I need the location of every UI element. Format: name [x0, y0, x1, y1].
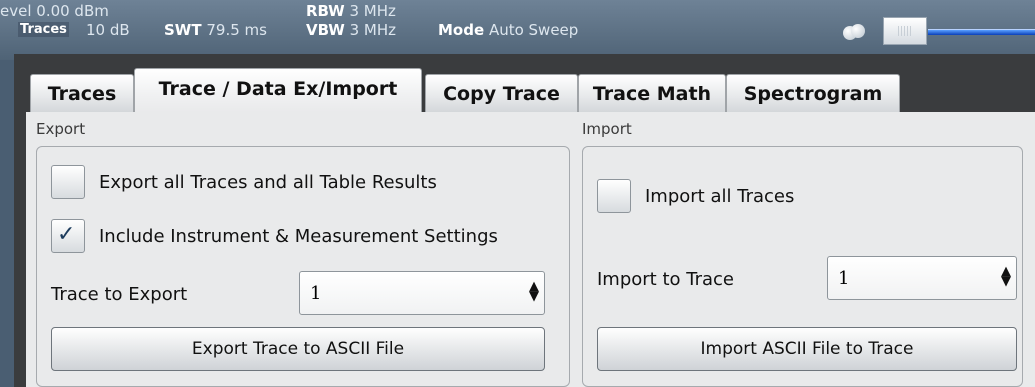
tab-trace-data-ex-import[interactable]: Trace / Data Ex/Import	[134, 68, 422, 112]
rbw-value: 3 MHz	[349, 2, 396, 20]
spinner-down-icon[interactable]: ▼	[529, 289, 539, 304]
vbw-readout: VBW 3 MHz	[306, 21, 396, 39]
checkmark-icon: ✓	[57, 222, 76, 247]
import-group-title: Import	[582, 120, 632, 138]
export-all-label: Export all Traces and all Table Results	[99, 172, 437, 193]
import-to-trace-value: 1	[838, 268, 850, 289]
tab-spectrogram[interactable]: Spectrogram	[726, 74, 900, 112]
tab-content: Export Export all Traces and all Table R…	[26, 112, 1035, 387]
slider-track[interactable]	[928, 29, 1035, 35]
spinner-down-icon[interactable]: ▼	[1001, 274, 1011, 289]
mode-value: Auto Sweep	[488, 21, 579, 39]
swt-readout: SWT 79.5 ms	[164, 21, 267, 39]
export-group-title: Export	[36, 120, 86, 138]
export-group: Export all Traces and all Table Results …	[36, 146, 570, 387]
slider-handle[interactable]	[883, 17, 927, 45]
status-bar: evel 0.00 dBm 10 dB SWT 79.5 ms RBW 3 MH…	[0, 0, 1035, 60]
status-led-icon	[843, 24, 865, 42]
import-group: Import all Traces Import to Trace 1 ▲ ▼ I…	[582, 146, 1023, 387]
dialog-name-tag: Traces	[18, 22, 69, 37]
rbw-label: RBW	[306, 2, 345, 20]
swt-label: SWT	[164, 21, 202, 39]
grip-icon	[898, 26, 912, 36]
left-edge-strip	[0, 60, 14, 387]
import-all-checkbox[interactable]	[597, 179, 631, 213]
mode-label: Mode	[438, 21, 485, 39]
tab-trace-math[interactable]: Trace Math	[578, 74, 726, 112]
ref-level-readout: evel 0.00 dBm	[0, 2, 109, 20]
import-trace-button[interactable]: Import ASCII File to Trace	[597, 327, 1017, 371]
spinner-arrows-icon[interactable]: ▲ ▼	[529, 280, 539, 304]
swt-value: 79.5 ms	[206, 21, 267, 39]
traces-dialog: Traces Trace / Data Ex/Import Copy Trace…	[14, 54, 1035, 387]
trace-to-export-select[interactable]: 1 ▲ ▼	[299, 271, 545, 315]
trace-to-export-value: 1	[310, 283, 322, 304]
import-all-label: Import all Traces	[645, 186, 795, 207]
attenuation-readout: 10 dB	[86, 21, 130, 39]
rbw-readout: RBW 3 MHz	[306, 2, 396, 20]
import-to-trace-select[interactable]: 1 ▲ ▼	[827, 256, 1017, 300]
vbw-value: 3 MHz	[349, 21, 396, 39]
tab-traces[interactable]: Traces	[30, 74, 134, 112]
spinner-arrows-icon[interactable]: ▲ ▼	[1001, 265, 1011, 289]
vbw-label: VBW	[306, 21, 345, 39]
trace-to-export-label: Trace to Export	[51, 284, 188, 305]
include-settings-label: Include Instrument & Measurement Setting…	[99, 226, 498, 247]
mode-readout: Mode Auto Sweep	[438, 21, 578, 39]
export-trace-button[interactable]: Export Trace to ASCII File	[51, 327, 545, 371]
import-to-trace-label: Import to Trace	[597, 269, 735, 290]
tab-copy-trace[interactable]: Copy Trace	[425, 74, 578, 112]
export-all-checkbox[interactable]	[51, 165, 85, 199]
include-settings-checkbox[interactable]: ✓	[51, 219, 85, 253]
